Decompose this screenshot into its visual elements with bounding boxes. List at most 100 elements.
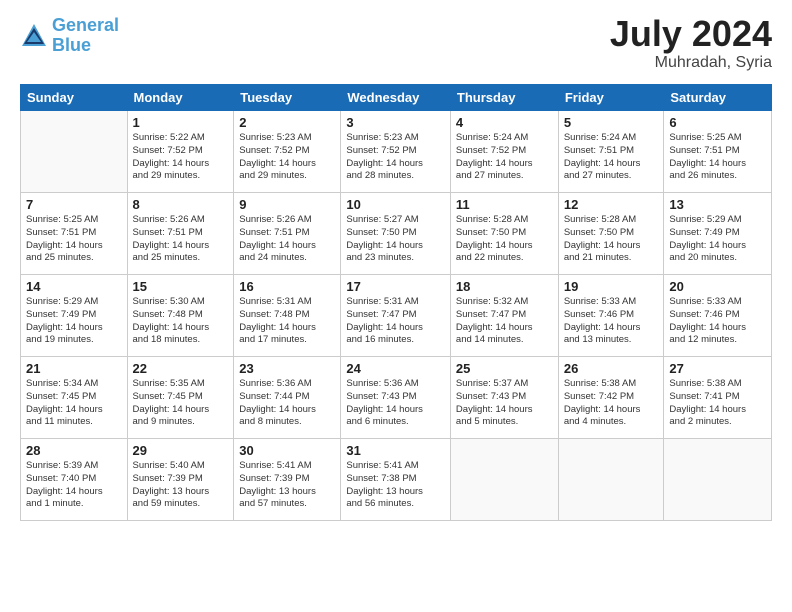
day-number: 28 [26, 443, 122, 458]
calendar-cell: 26 Sunrise: 5:38 AM Sunset: 7:42 PM Dayli… [558, 357, 664, 439]
day-info: Sunrise: 5:38 AM Sunset: 7:41 PM Dayligh… [669, 378, 766, 429]
calendar-cell: 13 Sunrise: 5:29 AM Sunset: 7:49 PM Dayli… [664, 193, 772, 275]
page: General Blue July 2024 Muhradah, Syria S… [0, 0, 792, 531]
day-info: Sunrise: 5:35 AM Sunset: 7:45 PM Dayligh… [133, 378, 229, 429]
day-info: Sunrise: 5:30 AM Sunset: 7:48 PM Dayligh… [133, 296, 229, 347]
day-info: Sunrise: 5:23 AM Sunset: 7:52 PM Dayligh… [239, 132, 335, 183]
day-info: Sunrise: 5:24 AM Sunset: 7:52 PM Dayligh… [456, 132, 553, 183]
day-number: 6 [669, 115, 766, 130]
location: Muhradah, Syria [610, 54, 772, 72]
calendar-cell: 28 Sunrise: 5:39 AM Sunset: 7:40 PM Dayli… [21, 439, 128, 521]
calendar-cell: 15 Sunrise: 5:30 AM Sunset: 7:48 PM Dayli… [127, 275, 234, 357]
calendar-week-4: 28 Sunrise: 5:39 AM Sunset: 7:40 PM Dayli… [21, 439, 772, 521]
day-number: 13 [669, 197, 766, 212]
day-number: 27 [669, 361, 766, 376]
day-info: Sunrise: 5:40 AM Sunset: 7:39 PM Dayligh… [133, 460, 229, 511]
calendar-cell [664, 439, 772, 521]
day-info: Sunrise: 5:33 AM Sunset: 7:46 PM Dayligh… [669, 296, 766, 347]
day-info: Sunrise: 5:29 AM Sunset: 7:49 PM Dayligh… [669, 214, 766, 265]
day-info: Sunrise: 5:41 AM Sunset: 7:39 PM Dayligh… [239, 460, 335, 511]
day-number: 12 [564, 197, 659, 212]
calendar-cell: 25 Sunrise: 5:37 AM Sunset: 7:43 PM Dayli… [450, 357, 558, 439]
calendar-cell: 19 Sunrise: 5:33 AM Sunset: 7:46 PM Dayli… [558, 275, 664, 357]
day-info: Sunrise: 5:32 AM Sunset: 7:47 PM Dayligh… [456, 296, 553, 347]
calendar-cell: 12 Sunrise: 5:28 AM Sunset: 7:50 PM Dayli… [558, 193, 664, 275]
day-number: 29 [133, 443, 229, 458]
calendar-cell: 23 Sunrise: 5:36 AM Sunset: 7:44 PM Dayli… [234, 357, 341, 439]
calendar-cell: 16 Sunrise: 5:31 AM Sunset: 7:48 PM Dayli… [234, 275, 341, 357]
day-number: 16 [239, 279, 335, 294]
day-info: Sunrise: 5:31 AM Sunset: 7:48 PM Dayligh… [239, 296, 335, 347]
calendar-cell: 11Sunrise: 5:28 AM Sunset: 7:50 PM Dayli… [450, 193, 558, 275]
day-number: 19 [564, 279, 659, 294]
day-info: Sunrise: 5:33 AM Sunset: 7:46 PM Dayligh… [564, 296, 659, 347]
logo-icon [20, 22, 48, 50]
calendar-cell: 31Sunrise: 5:41 AM Sunset: 7:38 PM Dayli… [341, 439, 451, 521]
day-info: Sunrise: 5:29 AM Sunset: 7:49 PM Dayligh… [26, 296, 122, 347]
day-info: Sunrise: 5:25 AM Sunset: 7:51 PM Dayligh… [26, 214, 122, 265]
calendar-week-0: 1 Sunrise: 5:22 AM Sunset: 7:52 PM Daylig… [21, 111, 772, 193]
calendar-cell: 2 Sunrise: 5:23 AM Sunset: 7:52 PM Daylig… [234, 111, 341, 193]
day-info: Sunrise: 5:36 AM Sunset: 7:44 PM Dayligh… [239, 378, 335, 429]
calendar-table: SundayMondayTuesdayWednesdayThursdayFrid… [20, 84, 772, 521]
day-number: 7 [26, 197, 122, 212]
day-number: 17 [346, 279, 445, 294]
day-info: Sunrise: 5:24 AM Sunset: 7:51 PM Dayligh… [564, 132, 659, 183]
day-number: 23 [239, 361, 335, 376]
day-info: Sunrise: 5:23 AM Sunset: 7:52 PM Dayligh… [346, 132, 445, 183]
day-number: 18 [456, 279, 553, 294]
weekday-saturday: Saturday [664, 85, 772, 111]
title-block: July 2024 Muhradah, Syria [610, 16, 772, 72]
day-info: Sunrise: 5:38 AM Sunset: 7:42 PM Dayligh… [564, 378, 659, 429]
day-info: Sunrise: 5:31 AM Sunset: 7:47 PM Dayligh… [346, 296, 445, 347]
calendar-week-2: 14 Sunrise: 5:29 AM Sunset: 7:49 PM Dayli… [21, 275, 772, 357]
day-number: 5 [564, 115, 659, 130]
day-number: 25 [456, 361, 553, 376]
day-info: Sunrise: 5:28 AM Sunset: 7:50 PM Dayligh… [456, 214, 553, 265]
calendar-cell: 27 Sunrise: 5:38 AM Sunset: 7:41 PM Dayli… [664, 357, 772, 439]
calendar-cell: 3 Sunrise: 5:23 AM Sunset: 7:52 PM Daylig… [341, 111, 451, 193]
calendar-cell [21, 111, 128, 193]
day-number: 3 [346, 115, 445, 130]
calendar-cell: 22Sunrise: 5:35 AM Sunset: 7:45 PM Dayli… [127, 357, 234, 439]
calendar-cell [450, 439, 558, 521]
day-number: 15 [133, 279, 229, 294]
day-info: Sunrise: 5:25 AM Sunset: 7:51 PM Dayligh… [669, 132, 766, 183]
day-info: Sunrise: 5:28 AM Sunset: 7:50 PM Dayligh… [564, 214, 659, 265]
logo: General Blue [20, 16, 119, 56]
day-info: Sunrise: 5:36 AM Sunset: 7:43 PM Dayligh… [346, 378, 445, 429]
day-info: Sunrise: 5:22 AM Sunset: 7:52 PM Dayligh… [133, 132, 229, 183]
calendar-cell: 24Sunrise: 5:36 AM Sunset: 7:43 PM Dayli… [341, 357, 451, 439]
calendar-cell: 18 Sunrise: 5:32 AM Sunset: 7:47 PM Dayli… [450, 275, 558, 357]
header: General Blue July 2024 Muhradah, Syria [20, 16, 772, 72]
day-info: Sunrise: 5:37 AM Sunset: 7:43 PM Dayligh… [456, 378, 553, 429]
day-number: 14 [26, 279, 122, 294]
calendar-cell: 1 Sunrise: 5:22 AM Sunset: 7:52 PM Daylig… [127, 111, 234, 193]
day-number: 10 [346, 197, 445, 212]
calendar-cell: 30 Sunrise: 5:41 AM Sunset: 7:39 PM Dayli… [234, 439, 341, 521]
calendar-cell [558, 439, 664, 521]
calendar-cell: 8 Sunrise: 5:26 AM Sunset: 7:51 PM Daylig… [127, 193, 234, 275]
day-info: Sunrise: 5:34 AM Sunset: 7:45 PM Dayligh… [26, 378, 122, 429]
month-title: July 2024 [610, 16, 772, 52]
day-number: 4 [456, 115, 553, 130]
calendar-cell: 21 Sunrise: 5:34 AM Sunset: 7:45 PM Dayli… [21, 357, 128, 439]
day-number: 1 [133, 115, 229, 130]
weekday-wednesday: Wednesday [341, 85, 451, 111]
day-info: Sunrise: 5:39 AM Sunset: 7:40 PM Dayligh… [26, 460, 122, 511]
calendar-cell: 6 Sunrise: 5:25 AM Sunset: 7:51 PM Daylig… [664, 111, 772, 193]
day-info: Sunrise: 5:41 AM Sunset: 7:38 PM Dayligh… [346, 460, 445, 511]
day-info: Sunrise: 5:27 AM Sunset: 7:50 PM Dayligh… [346, 214, 445, 265]
day-number: 21 [26, 361, 122, 376]
calendar-cell: 9Sunrise: 5:26 AM Sunset: 7:51 PM Daylig… [234, 193, 341, 275]
day-info: Sunrise: 5:26 AM Sunset: 7:51 PM Dayligh… [239, 214, 335, 265]
day-number: 2 [239, 115, 335, 130]
calendar-cell: 14 Sunrise: 5:29 AM Sunset: 7:49 PM Dayli… [21, 275, 128, 357]
day-number: 8 [133, 197, 229, 212]
day-info: Sunrise: 5:26 AM Sunset: 7:51 PM Dayligh… [133, 214, 229, 265]
calendar-cell: 20Sunrise: 5:33 AM Sunset: 7:46 PM Dayli… [664, 275, 772, 357]
day-number: 30 [239, 443, 335, 458]
day-number: 26 [564, 361, 659, 376]
weekday-header-row: SundayMondayTuesdayWednesdayThursdayFrid… [21, 85, 772, 111]
calendar-cell: 5 Sunrise: 5:24 AM Sunset: 7:51 PM Daylig… [558, 111, 664, 193]
